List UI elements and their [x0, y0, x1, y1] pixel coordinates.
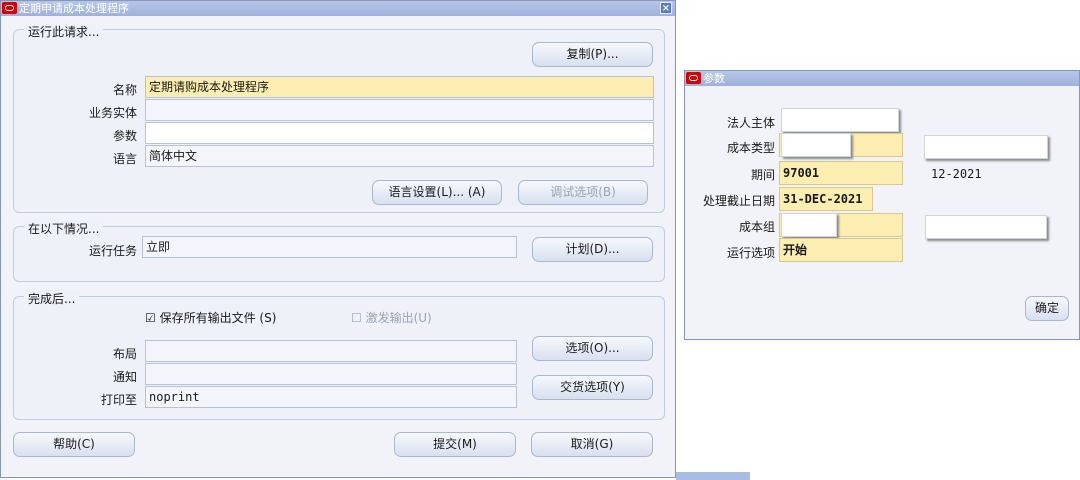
language-field[interactable]: 简体中文	[145, 145, 654, 167]
operating-unit-field[interactable]	[145, 99, 654, 121]
ok-button[interactable]: 确定	[1025, 296, 1069, 321]
main-window-title: 定期申请成本处理程序	[19, 2, 129, 15]
submit-button[interactable]: 提交(M)	[394, 432, 516, 457]
background-window-strip	[676, 472, 750, 480]
oracle-logo-icon	[2, 2, 17, 14]
language-label: 语言	[112, 152, 137, 166]
run-options-label: 运行选项	[726, 246, 775, 260]
cost-type-description	[924, 135, 1048, 159]
checkbox-unchecked-icon: ☐	[351, 311, 362, 325]
close-icon[interactable]: ×	[660, 2, 672, 14]
notify-label: 通知	[112, 370, 137, 384]
period-description: 12-2021	[931, 167, 982, 181]
cost-group-description	[925, 215, 1047, 239]
completion-group-title: 完成后...	[24, 290, 80, 307]
legal-entity-label: 法人主体	[726, 116, 775, 130]
layout-field[interactable]	[145, 340, 517, 362]
cancel-button[interactable]: 取消(G)	[531, 432, 653, 457]
checkbox-checked-icon: ☑	[145, 311, 156, 325]
schedule-button[interactable]: 计划(D)...	[532, 237, 653, 262]
name-field[interactable]: 定期请购成本处理程序	[145, 76, 654, 98]
run-request-group-title: 运行此请求...	[24, 23, 104, 40]
save-output-label: 保存所有输出文件 (S)	[159, 311, 277, 325]
cost-group-label: 成本组	[738, 220, 775, 234]
run-job-label: 运行任务	[88, 244, 137, 258]
cutoff-date-field[interactable]: 31-DEC-2021	[779, 187, 873, 211]
period-label: 期间	[750, 168, 775, 182]
cutoff-date-label: 处理截止日期	[702, 194, 775, 208]
help-button[interactable]: 帮助(C)	[13, 432, 135, 457]
legal-entity-field[interactable]	[781, 108, 899, 132]
options-button[interactable]: 选项(O)...	[532, 336, 653, 361]
run-options-field[interactable]: 开始	[779, 238, 903, 262]
parameters-window: 参数 法人主体 成本类型 期间 97001 12-2021 处理截止日期 31-…	[684, 70, 1080, 340]
delivery-options-button[interactable]: 交货选项(Y)	[532, 375, 653, 400]
layout-label: 布局	[112, 347, 137, 361]
parameters-field[interactable]	[145, 122, 654, 144]
cost-group-white-cover	[781, 213, 837, 237]
print-to-label: 打印至	[100, 393, 137, 407]
name-label: 名称	[112, 83, 137, 97]
language-settings-button[interactable]: 语言设置(L)... (A)	[372, 180, 502, 205]
cost-type-white-cover	[781, 133, 851, 157]
notify-field[interactable]	[145, 363, 517, 385]
parameters-window-titlebar[interactable]: 参数	[685, 71, 1079, 86]
parameters-label: 参数	[112, 129, 137, 143]
cost-type-label: 成本类型	[726, 141, 775, 155]
print-to-field[interactable]: noprint	[145, 386, 517, 408]
main-window: 定期申请成本处理程序 × 运行此请求... 复制(P)... 名称 定期请购成本…	[0, 0, 676, 478]
oracle-logo-icon	[686, 72, 701, 84]
save-output-checkbox[interactable]: ☑ 保存所有输出文件 (S)	[145, 309, 276, 326]
parameters-window-title: 参数	[703, 72, 725, 85]
conditions-group-title: 在以下情况...	[24, 220, 104, 237]
main-window-titlebar[interactable]: 定期申请成本处理程序 ×	[1, 1, 675, 16]
copy-button[interactable]: 复制(P)...	[532, 42, 653, 67]
run-job-field[interactable]: 立即	[142, 236, 517, 258]
burst-output-label: 激发输出(U)	[365, 311, 432, 325]
period-field[interactable]: 97001	[779, 161, 903, 185]
burst-output-checkbox[interactable]: ☐ 激发输出(U)	[351, 309, 432, 326]
debug-options-button[interactable]: 调试选项(B)	[518, 180, 648, 205]
operating-unit-label: 业务实体	[88, 106, 137, 120]
